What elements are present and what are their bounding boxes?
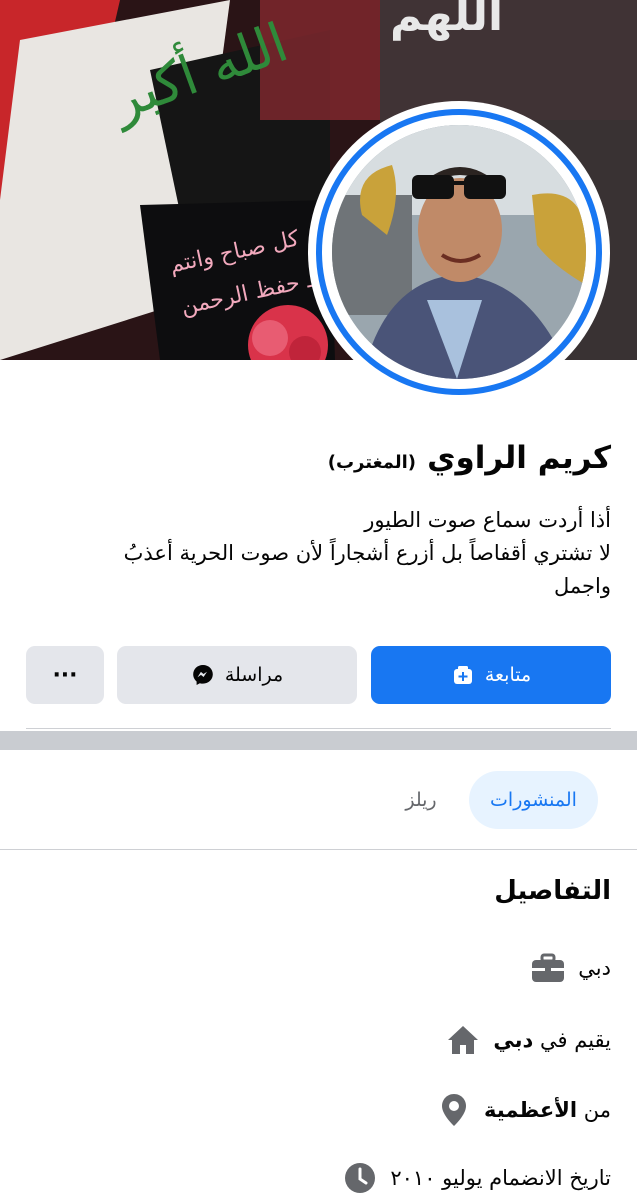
more-icon: ··· [52, 662, 78, 688]
clock-icon [342, 1160, 378, 1196]
lives-prefix: يقيم في [540, 1028, 611, 1052]
detail-joined: تاريخ الانضمام يوليو ٢٠١٠ [342, 1160, 611, 1196]
profile-bio: أذا أردت سماع صوت الطيور لا تشتري أقفاصا… [26, 504, 611, 603]
detail-work-text: دبي [578, 956, 611, 980]
bio-line-2: لا تشتري أقفاصاً بل أزرع أشجاراً لأن صوت… [123, 541, 611, 565]
add-friend-icon [453, 666, 472, 684]
profile-name: كريم الراوي [427, 440, 611, 476]
bio-line-3: واجمل [553, 574, 611, 598]
avatar-image [332, 125, 586, 379]
from-prefix: من [583, 1098, 611, 1122]
detail-joined-text: تاريخ الانضمام يوليو ٢٠١٠ [390, 1166, 611, 1190]
details-title: التفاصيل [494, 876, 611, 906]
detail-work[interactable]: دبي [530, 950, 611, 986]
detail-lives-in-text: يقيم في دبي [493, 1028, 611, 1052]
follow-button-label: متابعة [484, 664, 532, 686]
bio-line-1: أذا أردت سماع صوت الطيور [364, 508, 611, 532]
message-button[interactable]: مراسلة [117, 646, 357, 704]
section-divider [0, 731, 637, 750]
profile-picture[interactable] [332, 125, 586, 379]
detail-lives-in[interactable]: يقيم في دبي [445, 1022, 611, 1058]
location-pin-icon [436, 1092, 472, 1128]
tab-posts[interactable]: المنشورات [469, 771, 598, 829]
profile-picture-frame[interactable] [308, 101, 610, 403]
more-options-button[interactable]: ··· [26, 646, 104, 704]
separator-line [26, 728, 611, 729]
home-icon [445, 1022, 481, 1058]
tab-reels[interactable]: ريلز [386, 771, 456, 829]
profile-tabs: المنشورات ريلز [0, 750, 637, 850]
detail-from-text: من الأعظمية [484, 1098, 611, 1122]
detail-from[interactable]: من الأعظمية [436, 1092, 611, 1128]
story-ring [316, 109, 602, 395]
profile-name-row: كريم الراوي (المغترب) [328, 440, 611, 476]
profile-alternate-name: (المغترب) [327, 452, 416, 473]
lives-place[interactable]: دبي [493, 1028, 533, 1052]
cover-top-text: اللهم [390, 0, 503, 41]
follow-button[interactable]: متابعة [371, 646, 611, 704]
messenger-icon [193, 665, 213, 685]
from-place[interactable]: الأعظمية [484, 1098, 577, 1122]
message-button-label: مراسلة [224, 664, 284, 686]
briefcase-icon [530, 950, 566, 986]
